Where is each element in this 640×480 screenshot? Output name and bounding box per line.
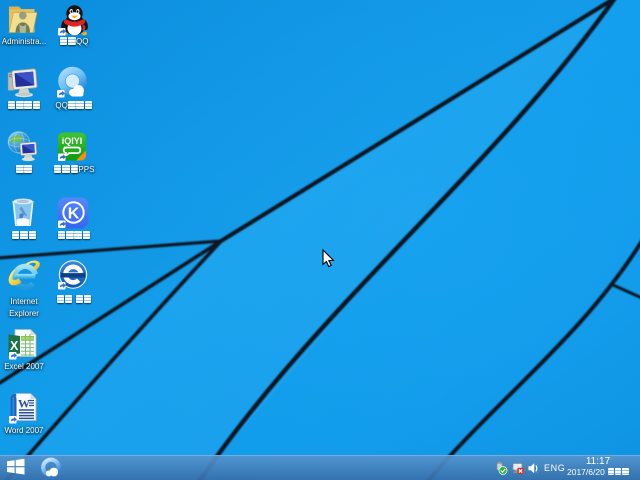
svg-text:W: W [18,397,30,411]
svg-text:iQIYI: iQIYI [62,136,83,146]
svg-text:K: K [68,206,80,223]
svg-text:X: X [10,339,19,353]
